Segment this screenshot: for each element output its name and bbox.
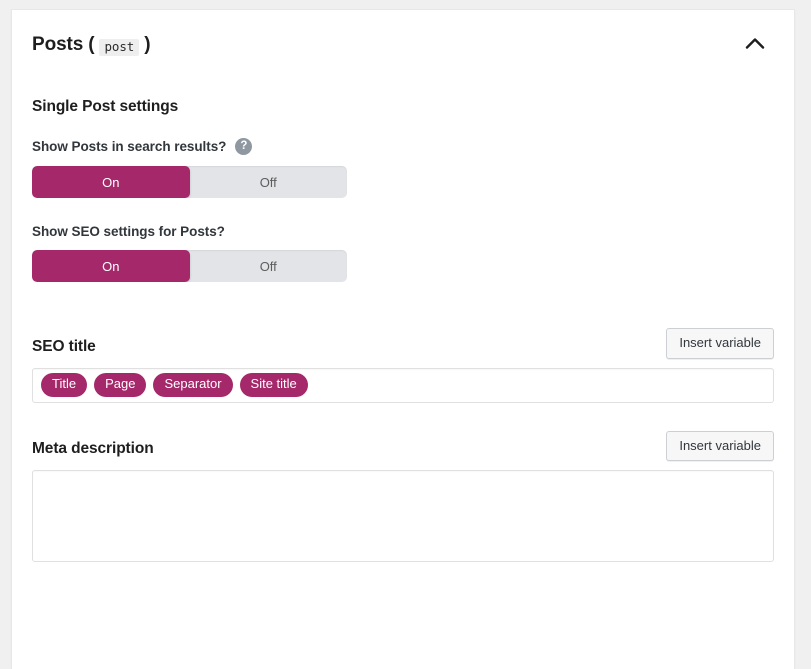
field-label-row: Show Posts in search results? ? xyxy=(32,138,774,155)
variable-token-separator[interactable]: Separator xyxy=(153,372,233,398)
toggle-option-on[interactable]: On xyxy=(32,166,190,198)
toggle-option-on[interactable]: On xyxy=(32,250,190,282)
label-meta-description: Meta description xyxy=(32,440,154,458)
page-title: Posts ( post ) xyxy=(32,34,151,56)
toggle-show-in-search[interactable]: On Off xyxy=(32,166,347,198)
post-type-slug-chip: post xyxy=(99,39,140,56)
field-label-row: Show SEO settings for Posts? xyxy=(32,224,774,239)
field-show-seo-settings: Show SEO settings for Posts? On Off xyxy=(32,224,774,282)
variable-token-site-title[interactable]: Site title xyxy=(239,372,308,398)
section-heading-single-post-settings: Single Post settings xyxy=(32,98,179,115)
card-body: Single Post settings Show Posts in searc… xyxy=(12,98,794,567)
field-show-in-search-results: Show Posts in search results? ? On Off xyxy=(32,138,774,198)
toggle-option-off[interactable]: Off xyxy=(190,166,348,198)
insert-variable-button-seo-title[interactable]: Insert variable xyxy=(666,328,774,359)
label-seo-title: SEO title xyxy=(32,337,96,355)
seo-title-input[interactable]: Title Page Separator Site title xyxy=(32,367,774,403)
field-meta-description: Meta description Insert variable xyxy=(32,430,774,568)
meta-description-header: Meta description Insert variable xyxy=(32,430,774,462)
field-label-show-seo-settings: Show SEO settings for Posts? xyxy=(32,224,225,239)
variable-token-title[interactable]: Title xyxy=(41,372,88,398)
toggle-show-seo-settings[interactable]: On Off xyxy=(32,250,347,282)
chevron-up-icon xyxy=(745,37,765,53)
paren-close: ) xyxy=(144,34,151,55)
meta-description-input[interactable] xyxy=(32,470,774,563)
post-type-settings-card: Posts ( post ) Single Post settings Show… xyxy=(11,9,795,669)
page-title-text: Posts xyxy=(32,34,84,55)
toggle-option-off[interactable]: Off xyxy=(190,250,348,282)
field-seo-title: SEO title Insert variable Title Page Sep… xyxy=(32,328,774,403)
paren-open: ( xyxy=(88,34,95,55)
insert-variable-button-meta-description[interactable]: Insert variable xyxy=(666,430,774,462)
collapse-panel-button[interactable] xyxy=(740,30,770,60)
field-label-show-in-search: Show Posts in search results? xyxy=(32,139,227,154)
seo-title-header: SEO title Insert variable xyxy=(32,328,774,359)
card-header: Posts ( post ) xyxy=(12,10,794,56)
help-circle-icon[interactable]: ? xyxy=(235,138,253,155)
variable-token-page[interactable]: Page xyxy=(94,372,147,398)
